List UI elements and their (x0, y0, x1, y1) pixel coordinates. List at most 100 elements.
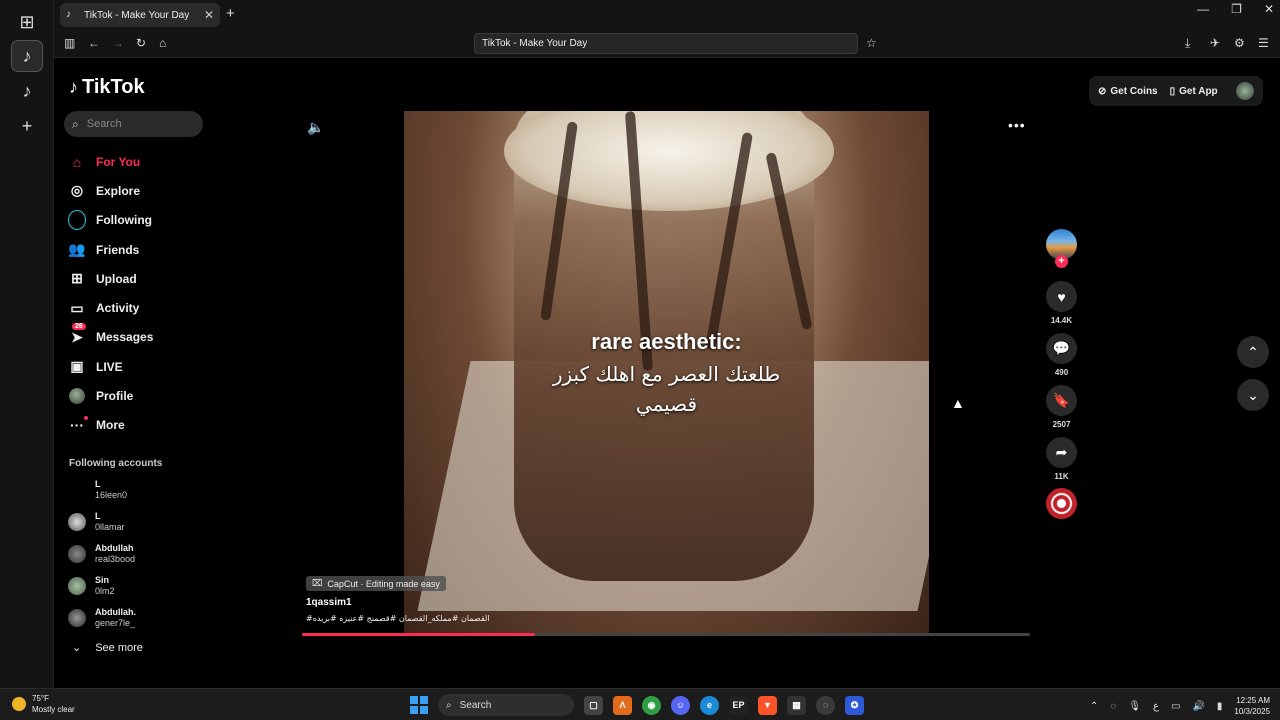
following-account[interactable]: Sin 0lm2 (68, 572, 115, 600)
app-launcher-icon[interactable]: Λ (613, 695, 632, 715)
capcut-label: CapCut · Editing made easy (327, 578, 440, 589)
settings-gear-icon[interactable]: ⚙ (1234, 36, 1245, 50)
workspaces-icon[interactable]: ⊞ (11, 6, 43, 38)
music-disc-icon[interactable] (1046, 488, 1077, 519)
window-controls: — ❐ ✕ (1197, 2, 1274, 16)
taskbar-search-label: Search (459, 699, 492, 711)
nav-friends[interactable]: 👥 Friends (68, 235, 218, 264)
address-bar[interactable]: TikTok - Make Your Day (474, 33, 858, 54)
avatar (68, 577, 86, 595)
task-view-icon[interactable]: ▢ (584, 695, 603, 715)
tiktok-logo[interactable]: ♪ TikTok (69, 76, 145, 99)
tiktok-note-icon: ♪ (69, 77, 78, 97)
comment-button[interactable]: 💬 490 (1046, 333, 1077, 377)
edge-icon[interactable]: e (700, 695, 719, 715)
caption-ar-line: قصيمي (635, 392, 698, 416)
network-icon[interactable]: ▭ (1171, 701, 1180, 712)
home-icon[interactable]: ⌂ (159, 36, 166, 50)
next-video-button[interactable]: ⌄ (1237, 379, 1269, 411)
brave-icon[interactable]: ▼ (758, 695, 777, 715)
weather-temp: 75°F (32, 694, 49, 703)
volume-icon[interactable]: 🔈 (307, 119, 324, 136)
download-icon[interactable]: ⤓ (1185, 36, 1190, 51)
nav-explore[interactable]: ◎ Explore (68, 176, 218, 205)
previous-video-button[interactable]: ⌃ (1237, 336, 1269, 368)
nav-activity[interactable]: ▭ Activity (68, 293, 218, 322)
volume-icon[interactable]: 🔊 (1192, 701, 1204, 712)
nav-upload[interactable]: ⊞ Upload (68, 264, 218, 293)
video-progress-bar[interactable] (302, 633, 1030, 636)
following-account[interactable]: L 16leen0 (68, 476, 127, 504)
nav-profile[interactable]: Profile (68, 381, 218, 410)
home-icon: ⌂ (72, 153, 82, 170)
maximize-icon[interactable]: ❐ (1231, 2, 1242, 16)
rocket-icon[interactable]: ✈ (1210, 36, 1220, 50)
share-button[interactable]: ➦ 11K (1046, 437, 1077, 481)
steam-icon[interactable]: ◌ (816, 695, 835, 715)
get-coins-button[interactable]: ⊘ Get Coins (1098, 86, 1158, 97)
forward-icon[interactable]: → (112, 36, 124, 50)
share-arrow-icon: ➦ (1046, 437, 1077, 468)
bookmark-star-icon[interactable]: ☆ (866, 36, 877, 50)
input-language[interactable]: ع (1153, 701, 1159, 712)
discord-icon[interactable]: ☺ (671, 695, 690, 715)
see-more-button[interactable]: ⌄ See more (72, 641, 143, 655)
nav-messages[interactable]: ➤ 26 Messages (68, 323, 218, 352)
menu-icon[interactable]: ☰ (1258, 36, 1269, 50)
tray-app-icon[interactable]: ◌ (1110, 701, 1116, 712)
progress-fill (302, 633, 535, 636)
tiktok-app-icon-2[interactable]: ♪ (11, 75, 43, 107)
search-input[interactable]: ⌕ Search (64, 111, 203, 137)
nav-following[interactable]: Following (68, 206, 218, 235)
microphone-icon[interactable]: 🎙 (1128, 701, 1141, 712)
back-icon[interactable]: ← (88, 36, 100, 50)
user-avatar[interactable] (1236, 82, 1254, 100)
video-author[interactable]: 1qassim1 (306, 597, 352, 608)
comment-count: 490 (1054, 368, 1069, 377)
browser-tab[interactable]: ♪ TikTok - Make Your Day ✕ (60, 3, 220, 27)
epic-games-icon[interactable]: EP (729, 695, 748, 715)
active-browser-icon[interactable]: ✪ (845, 695, 864, 715)
see-more-label: See more (95, 641, 143, 654)
like-button[interactable]: ♥ 14.4K (1046, 281, 1077, 325)
battery-icon[interactable]: ▮ (1217, 701, 1223, 712)
following-account[interactable]: Abdullah. gener7le_ (68, 604, 136, 632)
more-options-icon[interactable]: ••• (1008, 117, 1026, 133)
capcut-badge[interactable]: ⌧ CapCut · Editing made easy (306, 576, 446, 591)
get-app-button[interactable]: ▯ Get App (1170, 86, 1218, 97)
following-account[interactable]: Abdullah real3bood (68, 540, 135, 568)
video-hashtags[interactable]: #القصمان #مملكه_القصمان #قصمنج #عنيزه #ب… (306, 614, 490, 623)
nav-more[interactable]: ··· More (68, 411, 218, 440)
nav-label: Messages (96, 330, 154, 345)
video-frame[interactable]: rare aesthetic: طلعتك العصر مع اهلك كبزر… (404, 111, 929, 634)
add-app-icon[interactable]: + (11, 110, 43, 142)
roblox-icon[interactable]: ▦ (787, 695, 806, 715)
get-app-label: Get App (1179, 85, 1218, 97)
close-tab-icon[interactable]: ✕ (204, 8, 214, 22)
app-rail: ⊞ ♪ ♪ + (0, 0, 54, 688)
account-handle: real3bood (95, 554, 136, 564)
sidebar-nav: ⌂ For You ◎ Explore Following 👥 Friends … (68, 147, 218, 440)
new-tab-icon[interactable]: + (226, 5, 235, 22)
windows-start-icon[interactable] (410, 696, 428, 714)
nav-live[interactable]: ▣ LIVE (68, 352, 218, 381)
video-caption-ar: طلعتك العصر مع اهلك كبزر قصيمي (404, 359, 929, 419)
taskbar-search[interactable]: ⌕ Search (438, 694, 574, 716)
live-tv-icon: ▣ (70, 358, 84, 375)
nav-label: Profile (96, 389, 134, 404)
activity-icon: ▭ (70, 299, 84, 316)
close-window-icon[interactable]: ✕ (1264, 2, 1274, 16)
nav-for-you[interactable]: ⌂ For You (68, 147, 218, 176)
tray-overflow-chevron-icon[interactable]: ⌃ (1090, 701, 1098, 712)
reload-icon[interactable]: ↻ (136, 36, 146, 50)
weather-widget[interactable]: 75°F Mostly clear (12, 693, 75, 715)
save-button[interactable]: 🔖 2507 (1046, 385, 1077, 429)
tiktok-app-icon[interactable]: ♪ (11, 40, 43, 72)
minimize-icon[interactable]: — (1197, 2, 1209, 16)
follow-plus-icon[interactable]: + (1055, 255, 1068, 268)
following-account[interactable]: L 0llamar (68, 508, 125, 536)
account-handle: 16leen0 (95, 490, 128, 500)
sidebar-toggle-icon[interactable]: ▥ (64, 36, 75, 50)
taskbar-clock[interactable]: 12:25 AM 10/3/2025 (1234, 695, 1270, 717)
chrome-icon[interactable]: ◉ (642, 695, 661, 715)
